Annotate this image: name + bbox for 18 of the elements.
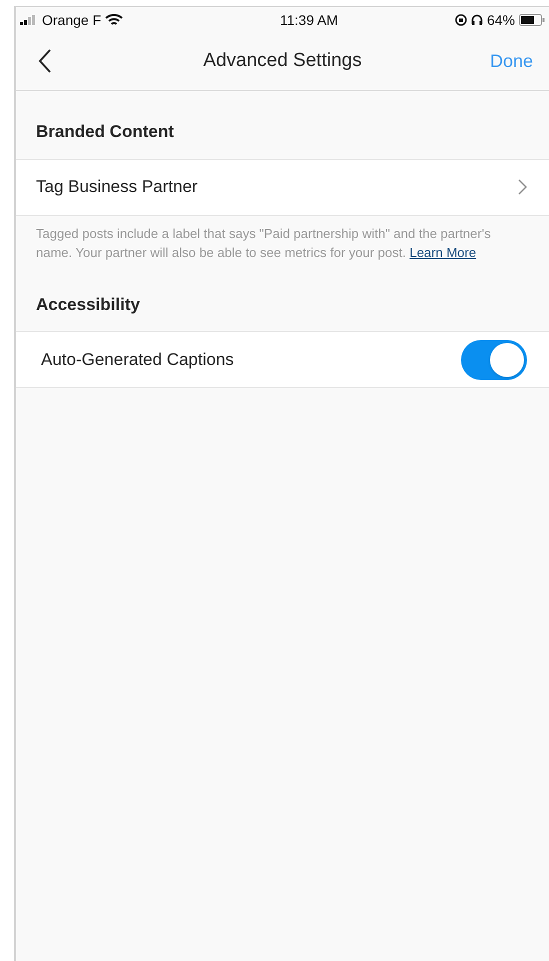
section-note: Tagged posts include a label that says "Paid partnership with" and the partner's name. Your partner will also be able to see metrics for your post. Learn More [35,224,492,262]
chevron-right-icon [518,179,527,195]
toggle-switch[interactable] [461,340,527,380]
section-header: Branded Content [35,121,175,143]
row-label: Auto-Generated Captions [41,348,234,371]
settings-row[interactable]: Tag Business Partner [16,158,549,216]
carrier-name: Orange F [42,10,102,30]
battery-percent: 64% [486,10,515,30]
section-header: Accessibility [35,294,141,316]
battery-icon [518,14,545,26]
headphones-icon [470,14,483,26]
learn-more-link[interactable]: Learn More [410,244,476,260]
rotation-lock-icon [454,14,467,26]
clock: 11:39 AM [280,10,338,30]
signal-icon [20,15,38,25]
page-title: Advanced Settings [203,49,362,74]
wifi-icon [105,14,124,26]
back-button[interactable] [38,49,52,73]
